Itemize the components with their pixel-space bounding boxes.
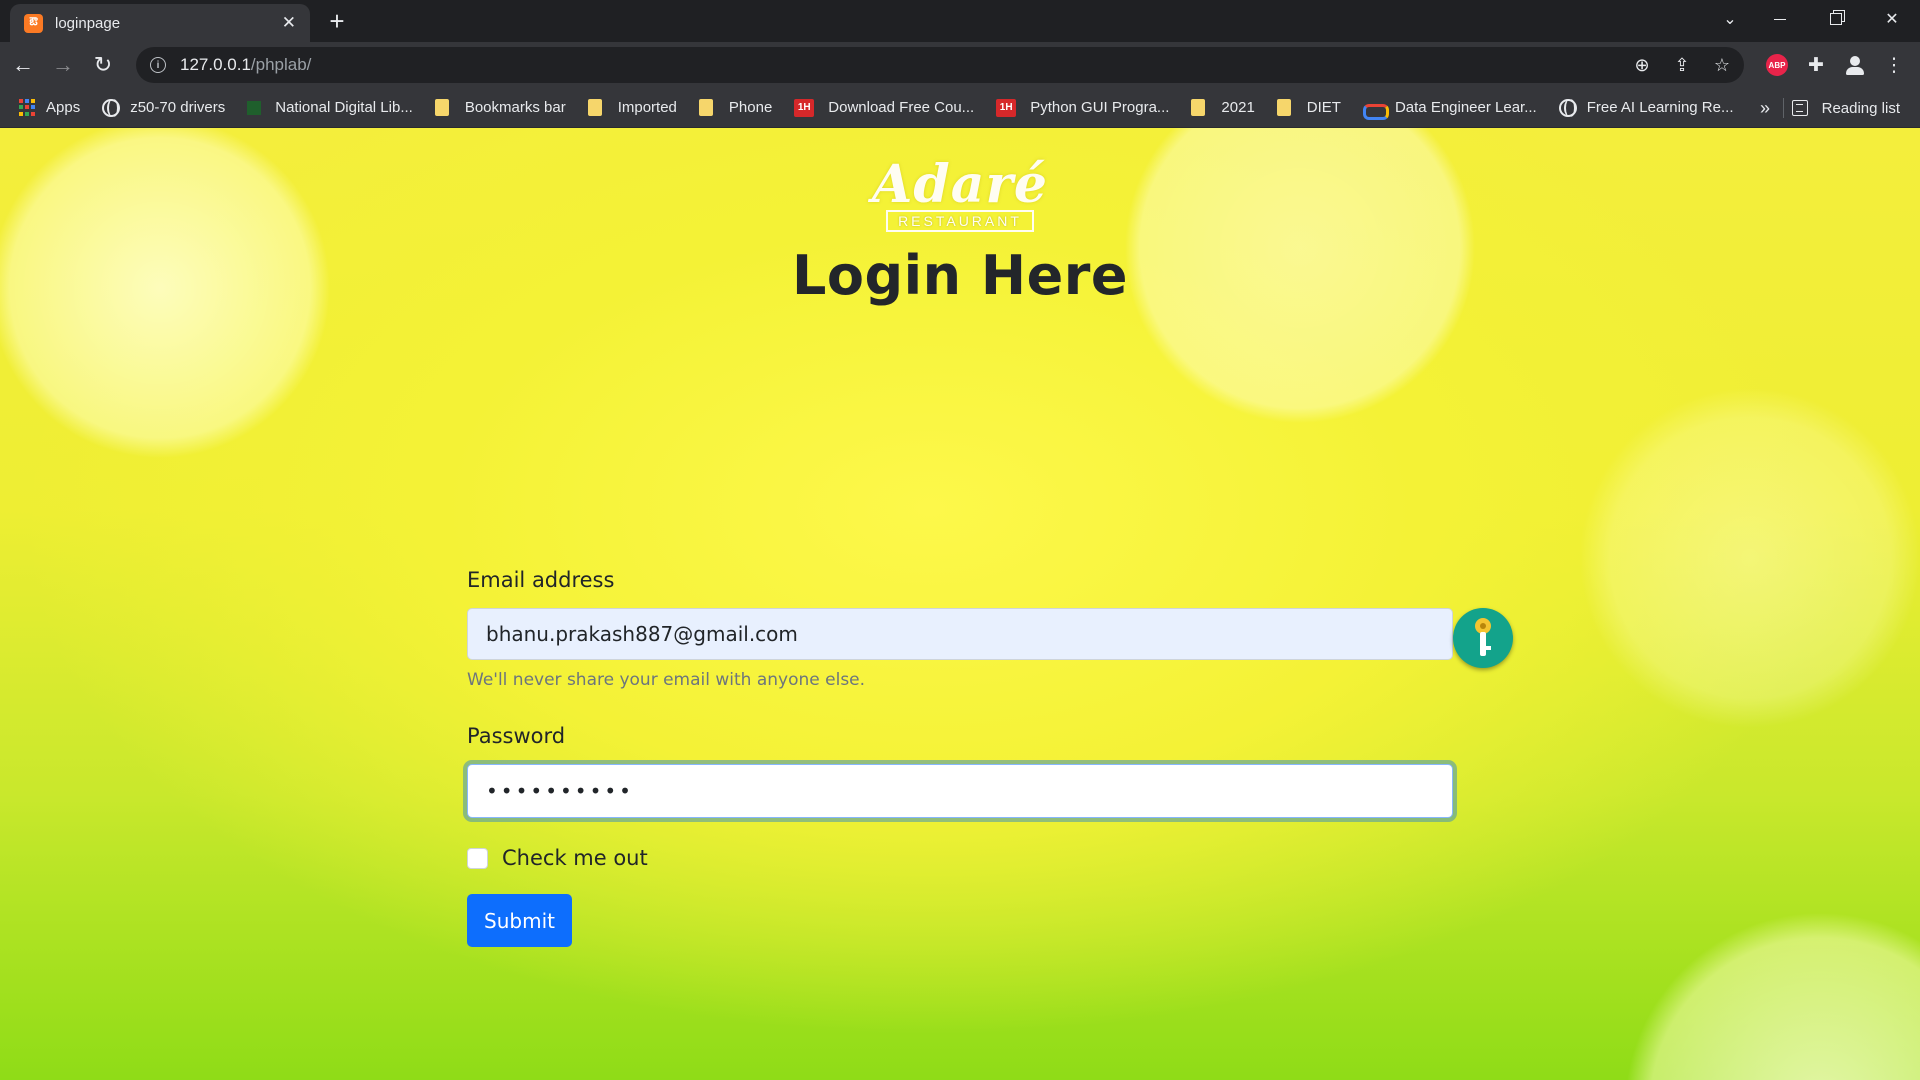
bookmark-label: DIET — [1306, 99, 1341, 116]
bookmark-download-free-courses[interactable]: 1H Download Free Cou... — [794, 98, 975, 117]
bookmark-label: Free AI Learning Re... — [1586, 99, 1734, 116]
folder-icon — [587, 99, 602, 116]
address-bar[interactable]: i 127.0.0.1 /phplab/ ⊕ ⇪ ☆ — [136, 47, 1744, 83]
new-tab-button[interactable]: + — [322, 8, 352, 36]
reading-list-label: Reading list — [1821, 99, 1900, 117]
password-field[interactable] — [467, 764, 1453, 818]
folder-icon — [1191, 99, 1206, 116]
bookmark-label: Imported — [617, 99, 677, 116]
oneh-icon: 1H — [794, 98, 815, 117]
site-info-icon[interactable]: i — [150, 57, 166, 73]
restaurant-logo: Adaré RESTAURANT — [870, 154, 1050, 232]
more-bookmarks-button[interactable]: » — [1760, 88, 1770, 128]
folder-icon — [698, 99, 713, 116]
bookmark-label: Data Engineer Lear... — [1394, 99, 1537, 116]
share-icon[interactable]: ⇪ — [1670, 53, 1694, 77]
bookmark-national-digital-lib[interactable]: National Digital Lib... — [247, 99, 413, 116]
bookmark-folder-imported[interactable]: Imported — [587, 99, 677, 116]
bookmark-folder-2021[interactable]: 2021 — [1191, 99, 1255, 116]
restore-button[interactable] — [1808, 0, 1864, 38]
reading-list-icon — [1791, 100, 1808, 116]
tab-strip: ఔ loginpage ✕ + ⌄ ✕ — [0, 0, 1920, 42]
google-cloud-icon — [1362, 101, 1389, 120]
back-button[interactable]: ← — [6, 48, 40, 82]
bookmark-label: Apps — [46, 99, 81, 116]
profile-avatar-icon[interactable] — [1844, 54, 1866, 76]
page-title: Login Here — [792, 244, 1128, 307]
page-viewport: Adaré RESTAURANT Login Here Email addres… — [0, 128, 1920, 1080]
url-path: /phplab/ — [250, 55, 312, 74]
browser-tab[interactable]: ఔ loginpage ✕ — [10, 4, 310, 42]
bookmark-label: Python GUI Progra... — [1030, 99, 1170, 116]
window-controls: ⌄ ✕ — [1708, 0, 1920, 38]
bookmark-folder-phone[interactable]: Phone — [698, 99, 773, 116]
tab-title: loginpage — [55, 14, 121, 32]
url-host: 127.0.0.1 — [180, 55, 251, 74]
bookmark-data-engineer[interactable]: Data Engineer Lear... — [1362, 99, 1537, 120]
submit-button[interactable]: Submit — [467, 894, 572, 947]
check-me-out-row: Check me out — [467, 846, 1453, 870]
bookmarks-separator — [1783, 98, 1784, 118]
email-field[interactable] — [467, 608, 1453, 660]
menu-kebab-icon[interactable]: ⋮ — [1882, 53, 1906, 77]
omnibox-actions: ⊕ ⇪ ☆ — [1630, 47, 1734, 83]
bookmark-apps[interactable]: Apps — [18, 98, 81, 117]
bookmark-free-ai-learning[interactable]: Free AI Learning Re... — [1558, 98, 1734, 117]
adblock-plus-icon[interactable]: ABP — [1766, 54, 1788, 76]
bookmark-label: National Digital Lib... — [275, 99, 413, 116]
bookmark-z50-drivers[interactable]: z50-70 drivers — [102, 98, 226, 117]
close-tab-icon[interactable]: ✕ — [282, 13, 296, 33]
oneh-icon: 1H — [996, 98, 1017, 117]
bookmark-python-gui[interactable]: 1H Python GUI Progra... — [996, 98, 1170, 117]
password-manager-key-icon[interactable] — [1453, 608, 1513, 668]
email-label: Email address — [467, 568, 615, 592]
browser-toolbar: ← → ↻ i 127.0.0.1 /phplab/ ⊕ ⇪ ☆ ABP ✚ ⋮ — [0, 42, 1920, 88]
password-label: Password — [467, 724, 566, 748]
email-help-text: We'll never share your email with anyone… — [467, 670, 866, 690]
bookmark-label: Phone — [728, 99, 773, 116]
bookmark-label: 2021 — [1221, 99, 1255, 116]
apps-grid-icon — [18, 98, 36, 117]
bookmark-label: Download Free Cou... — [828, 99, 975, 116]
ndl-icon — [247, 100, 262, 115]
extensions-puzzle-icon[interactable]: ✚ — [1804, 53, 1828, 77]
bookmark-label: z50-70 drivers — [130, 99, 226, 116]
globe-icon — [1558, 98, 1577, 117]
reading-list-button[interactable]: Reading list — [1791, 88, 1900, 128]
bookmark-star-icon[interactable]: ☆ — [1710, 53, 1734, 77]
bookmark-folder-diet[interactable]: DIET — [1276, 99, 1341, 116]
login-form: Email address We'll never share your ema… — [467, 568, 1513, 947]
tab-search-icon[interactable]: ⌄ — [1708, 0, 1752, 38]
close-window-button[interactable]: ✕ — [1864, 0, 1920, 38]
zoom-icon[interactable]: ⊕ — [1630, 53, 1654, 77]
password-group: Password — [467, 724, 1453, 818]
bookmark-folder-bookmarks-bar[interactable]: Bookmarks bar — [434, 99, 566, 116]
check-me-out-checkbox[interactable] — [467, 847, 488, 869]
bookmark-label: Bookmarks bar — [464, 99, 566, 116]
minimize-button[interactable] — [1752, 0, 1808, 38]
bookmarks-bar: Apps z50-70 drivers National Digital Lib… — [0, 88, 1920, 128]
extensions-area: ABP ✚ ⋮ — [1766, 42, 1906, 88]
logo-subtitle: RESTAURANT — [886, 210, 1034, 232]
check-me-out-label[interactable]: Check me out — [502, 846, 648, 870]
xampp-icon: ఔ — [24, 13, 43, 33]
forward-button[interactable]: → — [46, 48, 80, 82]
logo-script-text: Adaré — [872, 154, 1048, 215]
globe-icon — [102, 98, 121, 117]
folder-icon — [1276, 99, 1291, 116]
email-group: Email address We'll never share your ema… — [467, 568, 1513, 690]
reload-button[interactable]: ↻ — [86, 48, 120, 82]
folder-icon — [434, 99, 449, 116]
